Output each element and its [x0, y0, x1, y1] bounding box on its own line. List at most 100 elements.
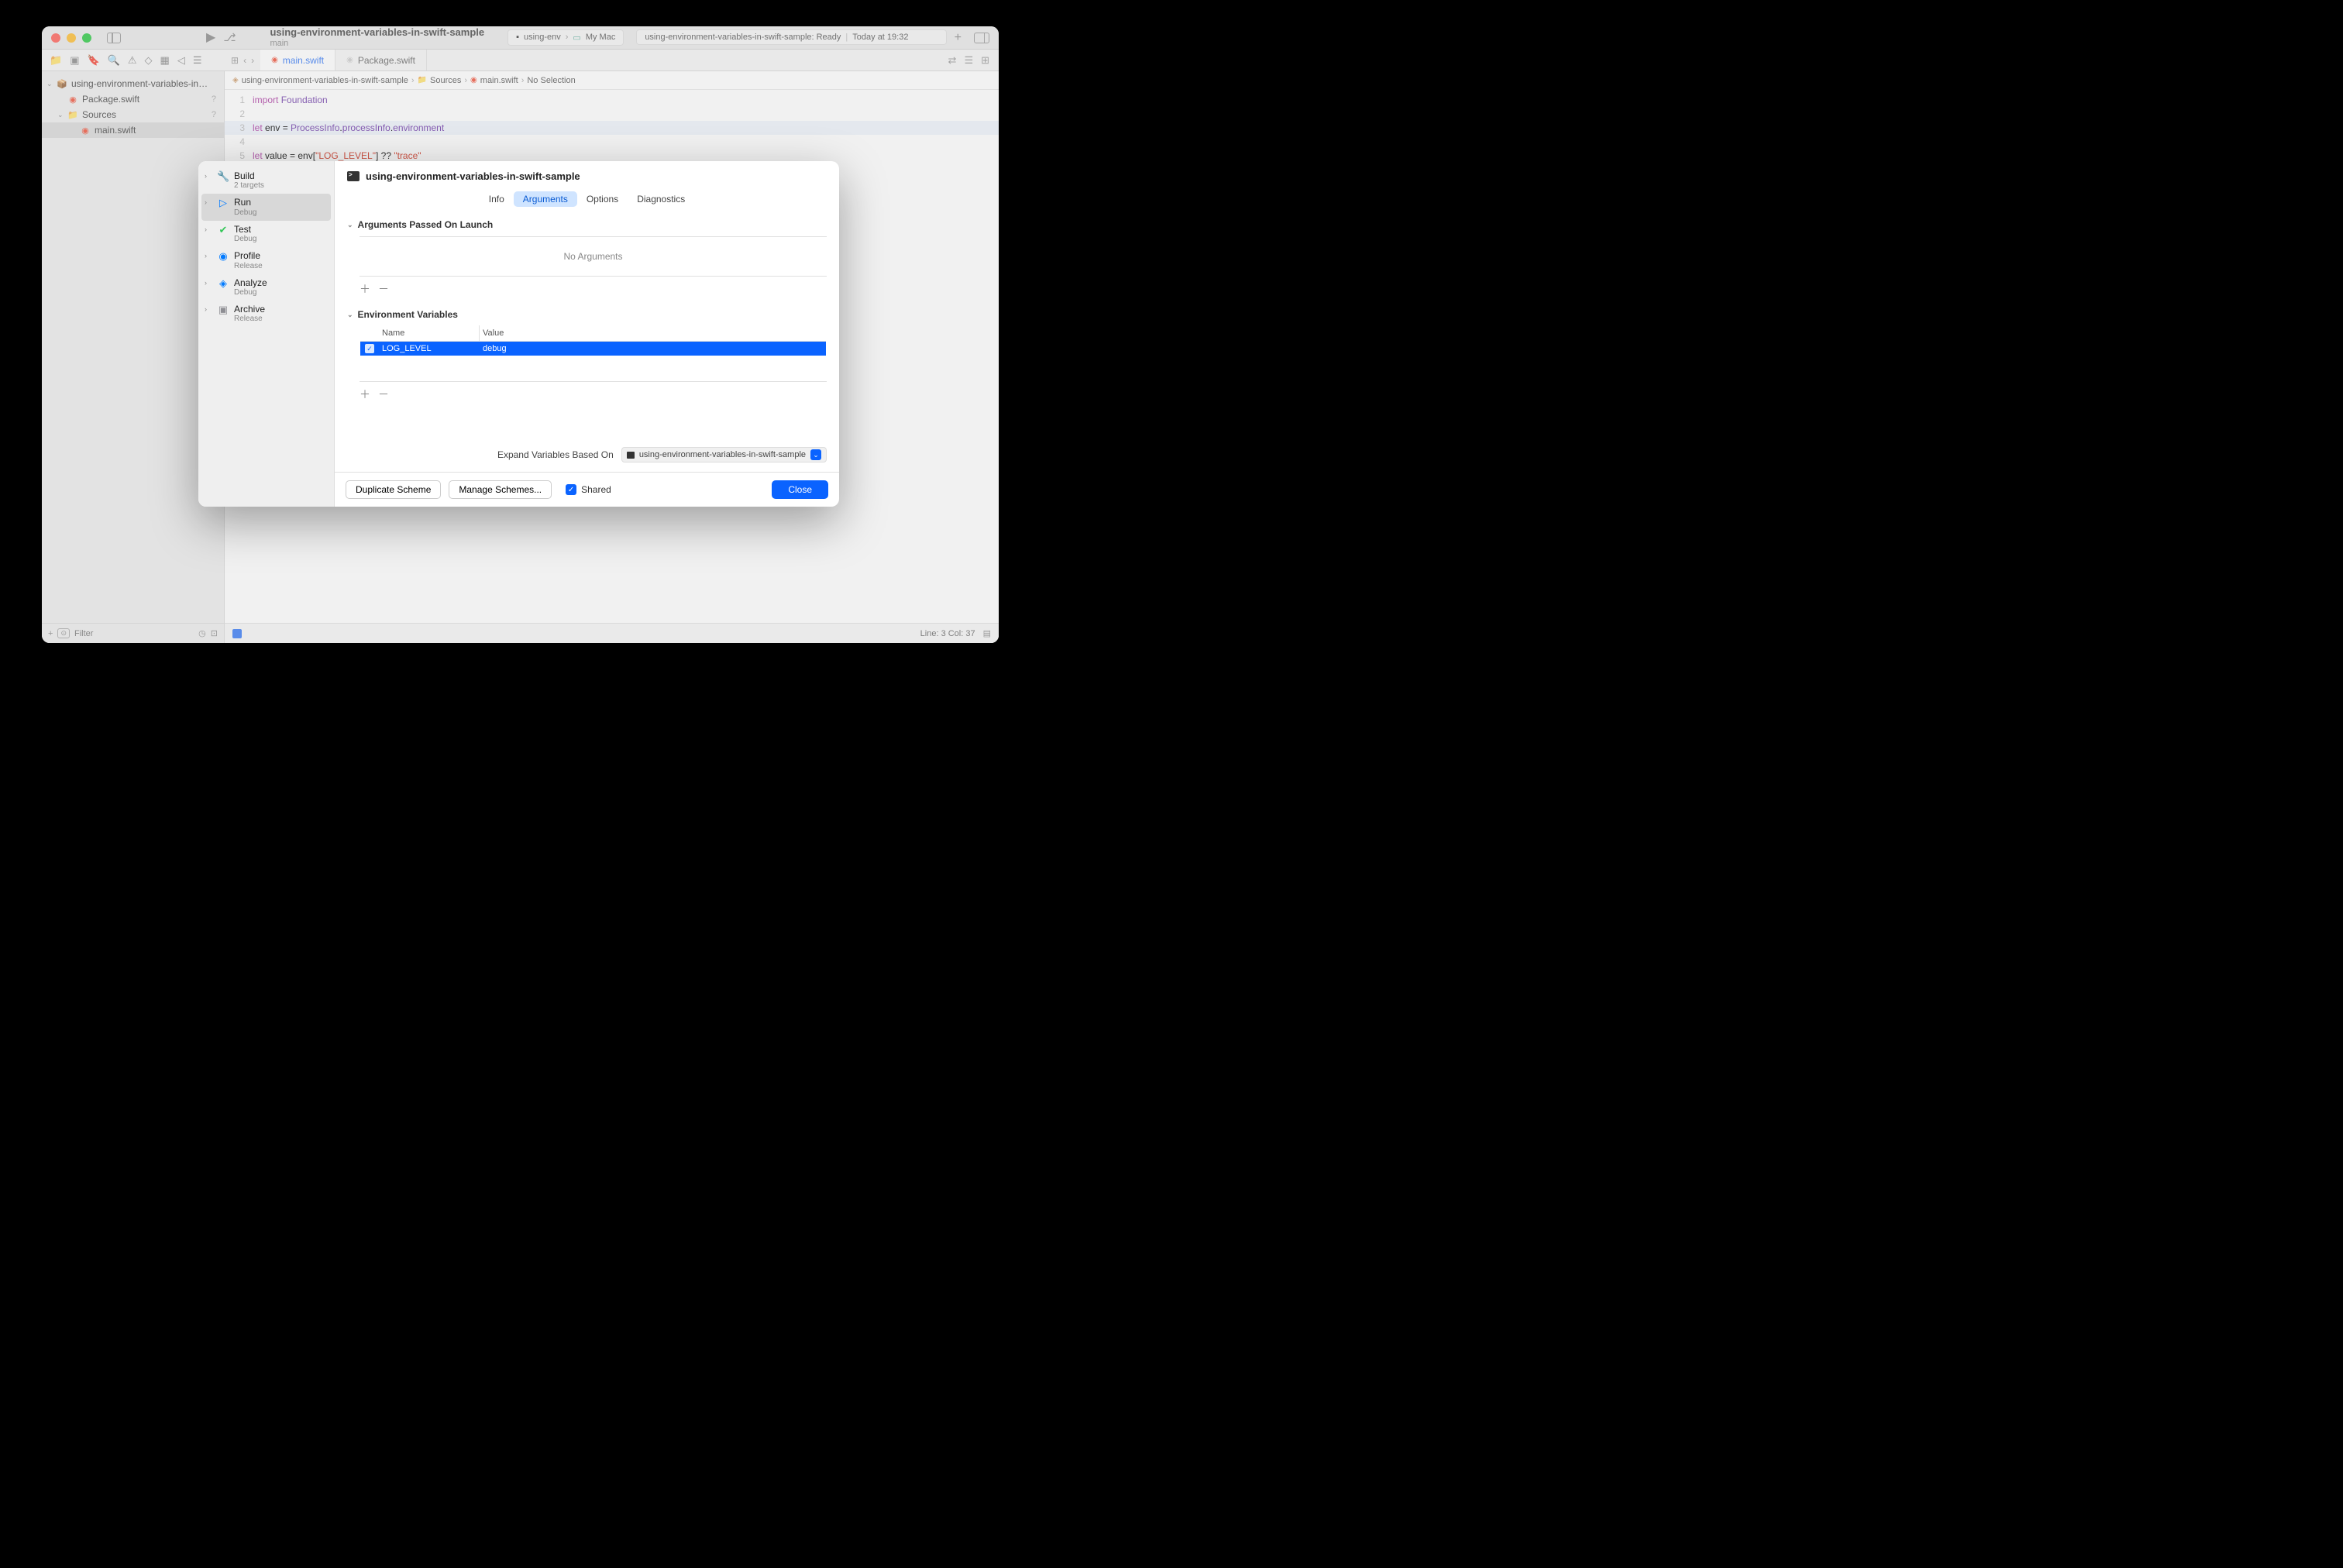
- table-row[interactable]: ✓ LOG_LEVEL debug: [360, 342, 826, 356]
- env-value-cell[interactable]: debug: [480, 344, 826, 353]
- manage-schemes-button[interactable]: Manage Schemes...: [449, 480, 552, 499]
- disclosure-open-icon[interactable]: ⌄: [347, 311, 353, 319]
- scheme-action-archive[interactable]: › ▣ Archive Release: [198, 301, 334, 327]
- scheme-title-header: using-environment-variables-in-swift-sam…: [335, 161, 839, 188]
- disclosure-open-icon[interactable]: ⌄: [347, 221, 353, 229]
- editor-footer: Line: 3 Col: 37 ▤: [225, 623, 999, 643]
- chevron-right-icon[interactable]: ›: [205, 277, 212, 287]
- scheme-action-analyze[interactable]: › ◈ Analyze Debug: [198, 274, 334, 301]
- remove-env-var-icon[interactable]: －: [378, 387, 389, 402]
- back-icon[interactable]: ‹: [243, 55, 246, 66]
- expand-label: Expand Variables Based On: [497, 449, 614, 460]
- tab-diagnostics[interactable]: Diagnostics: [628, 191, 694, 207]
- add-env-var-icon[interactable]: ＋: [360, 387, 370, 402]
- tree-sources-folder[interactable]: ⌄ 📁 Sources ?: [42, 107, 224, 122]
- scheme-selector[interactable]: using-environment-variables-in-swift-sam…: [270, 27, 484, 47]
- tree-main-swift[interactable]: ◉ main.swift: [42, 122, 224, 138]
- analyze-icon: ◈: [217, 277, 229, 290]
- destination-label: My Mac: [586, 33, 616, 42]
- folder-icon: 📁: [67, 110, 79, 120]
- tree-label: main.swift: [95, 125, 136, 136]
- test-icon: ✔: [217, 224, 229, 236]
- col-value-header[interactable]: Value: [480, 325, 826, 341]
- filter-input[interactable]: [74, 629, 194, 638]
- tab-main-swift[interactable]: ◉ main.swift: [260, 50, 335, 70]
- add-icon[interactable]: +: [48, 629, 53, 638]
- tab-arguments[interactable]: Arguments: [514, 191, 577, 207]
- chevron-right-icon[interactable]: ›: [205, 197, 212, 206]
- expand-target-value: using-environment-variables-in-swift-sam…: [639, 450, 806, 459]
- add-argument-icon[interactable]: ＋: [360, 281, 370, 297]
- breakpoint-navigator-icon[interactable]: ◁: [177, 54, 185, 67]
- expand-target-select[interactable]: using-environment-variables-in-swift-sam…: [621, 447, 827, 462]
- checkbox-icon[interactable]: ✓: [365, 344, 374, 353]
- tab-info[interactable]: Info: [480, 191, 514, 207]
- inspector-toggle-icon[interactable]: [974, 33, 989, 43]
- scheme-action-sub: Release: [234, 315, 265, 324]
- navigator-toolbar: 📁 ▣ 🔖 🔍 ⚠ ◇ ▦ ◁ ☰: [42, 54, 225, 67]
- activity-status: using-environment-variables-in-swift-sam…: [636, 29, 946, 45]
- breadcrumb-file: main.swift: [480, 76, 518, 85]
- chevron-right-icon[interactable]: ›: [205, 170, 212, 180]
- chevron-right-icon[interactable]: ›: [205, 224, 212, 233]
- minimize-window-icon[interactable]: [67, 33, 76, 43]
- scheme-action-sub: Release: [234, 262, 263, 271]
- scheme-title-label: using-environment-variables-in-swift-sam…: [366, 170, 580, 182]
- chevron-right-icon: ›: [566, 33, 569, 42]
- debug-navigator-icon[interactable]: ▦: [160, 54, 170, 67]
- tab-options[interactable]: Options: [577, 191, 628, 207]
- disclosure-open-icon[interactable]: ⌄: [46, 80, 56, 88]
- library-plus-icon[interactable]: +: [947, 31, 969, 45]
- executable-icon: [627, 452, 635, 459]
- editor-options-icon[interactable]: ☰: [964, 54, 973, 67]
- close-button[interactable]: Close: [772, 480, 828, 499]
- package-icon: 📦: [56, 79, 68, 89]
- editor-sync-icon[interactable]: ⇄: [948, 54, 957, 67]
- navigator-toggle-icon[interactable]: [107, 33, 121, 43]
- build-icon: 🔧: [217, 170, 229, 183]
- forward-icon[interactable]: ›: [251, 55, 254, 66]
- scheme-action-build[interactable]: › 🔧 Build 2 targets: [198, 167, 334, 194]
- run-button-icon[interactable]: ▶: [206, 29, 215, 45]
- tree-package-swift[interactable]: ◉ Package.swift ?: [42, 91, 224, 107]
- find-navigator-icon[interactable]: 🔍: [108, 54, 120, 67]
- scm-filter-icon[interactable]: ⊡: [211, 628, 218, 638]
- test-navigator-icon[interactable]: ◇: [145, 54, 153, 67]
- chevron-right-icon[interactable]: ›: [205, 250, 212, 260]
- project-navigator-icon[interactable]: 📁: [50, 54, 62, 67]
- scheme-action-test[interactable]: › ✔ Test Debug: [198, 221, 334, 247]
- scheme-action-profile[interactable]: › ◉ Profile Release: [198, 247, 334, 273]
- remove-argument-icon[interactable]: －: [378, 281, 389, 297]
- swift-file-icon: ◉: [346, 56, 353, 64]
- issue-navigator-icon[interactable]: ⚠: [128, 54, 137, 67]
- package-icon: ◈: [232, 76, 239, 84]
- run-destination[interactable]: ▪ using-env › ▭ My Mac: [507, 29, 624, 46]
- add-editor-icon[interactable]: ⊞: [981, 54, 989, 67]
- arguments-section: ⌄ Arguments Passed On Launch No Argument…: [335, 215, 839, 304]
- scheme-editor-modal: › 🔧 Build 2 targets › ▷ Run Debug › ✔: [198, 161, 839, 507]
- no-arguments-label: No Arguments: [360, 239, 827, 274]
- duplicate-scheme-button[interactable]: Duplicate Scheme: [346, 480, 441, 499]
- debug-area-icon[interactable]: [232, 629, 242, 638]
- modal-footer: Duplicate Scheme Manage Schemes... ✓ Sha…: [335, 472, 839, 507]
- fullscreen-window-icon[interactable]: [82, 33, 91, 43]
- chevron-right-icon[interactable]: ›: [205, 304, 212, 313]
- close-window-icon[interactable]: [51, 33, 60, 43]
- tab-package-swift[interactable]: ◉ Package.swift: [335, 50, 427, 70]
- disclosure-open-icon[interactable]: ⌄: [57, 111, 67, 119]
- breadcrumb[interactable]: ◈ using-environment-variables-in-swift-s…: [225, 71, 999, 90]
- minimap-icon[interactable]: ▤: [983, 628, 991, 638]
- shared-checkbox[interactable]: ✓ Shared: [566, 484, 611, 495]
- chevron-right-icon: ›: [464, 76, 467, 85]
- traffic-lights: [51, 33, 91, 43]
- source-control-navigator-icon[interactable]: ▣: [70, 54, 79, 67]
- col-name-header[interactable]: Name: [379, 325, 480, 341]
- tree-project-root[interactable]: ⌄ 📦 using-environment-variables-in…: [42, 76, 224, 91]
- report-navigator-icon[interactable]: ☰: [193, 54, 202, 67]
- bookmark-navigator-icon[interactable]: 🔖: [87, 54, 99, 67]
- filter-icon[interactable]: ⊙: [57, 628, 70, 638]
- env-name-cell[interactable]: LOG_LEVEL: [379, 344, 480, 353]
- scheme-action-run[interactable]: › ▷ Run Debug: [201, 194, 331, 220]
- clock-icon[interactable]: ◷: [198, 628, 206, 638]
- related-items-icon[interactable]: ⊞: [231, 55, 239, 66]
